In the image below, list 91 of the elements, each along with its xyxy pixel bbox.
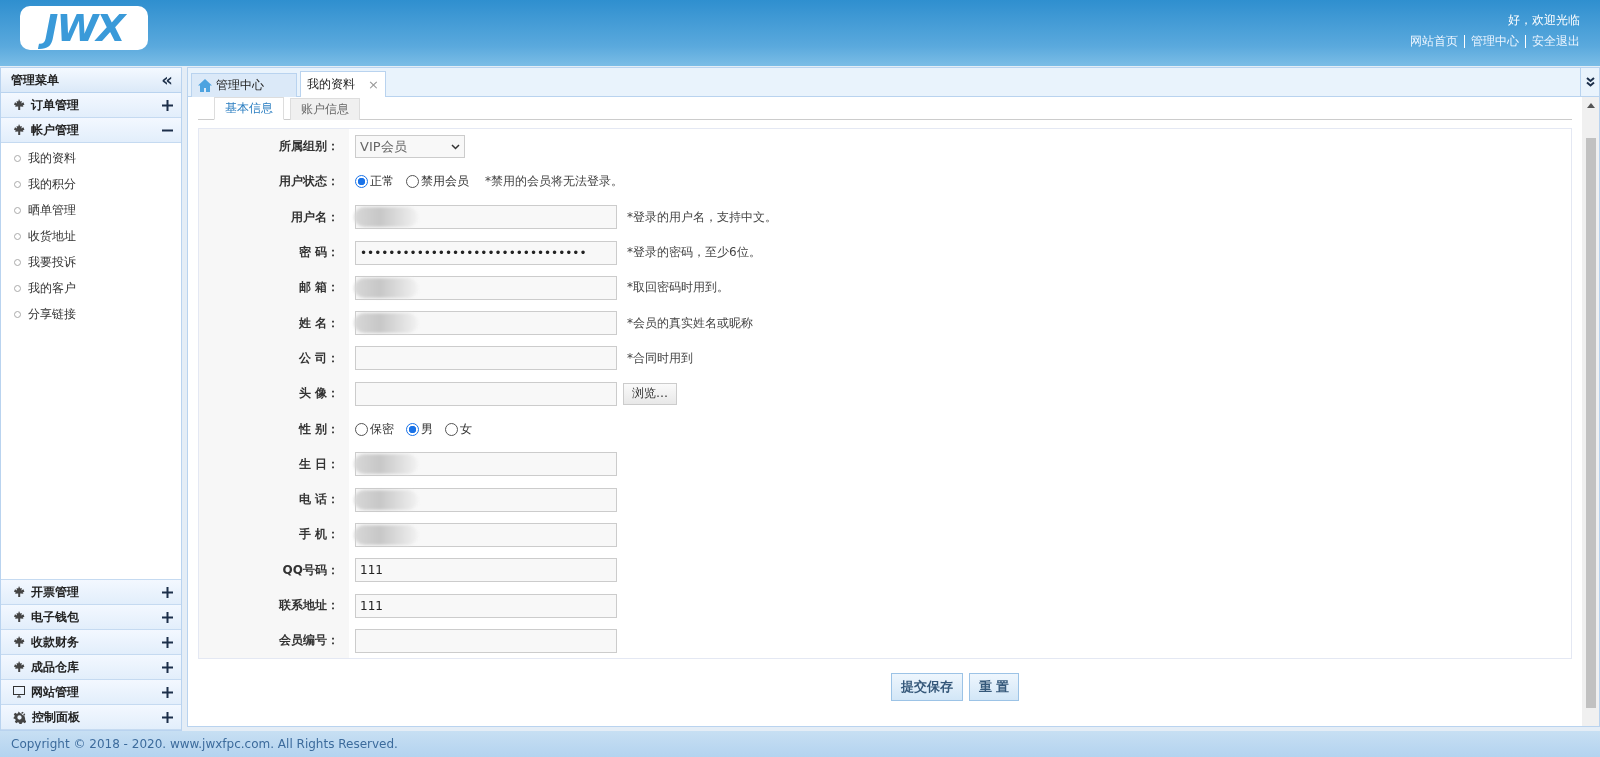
radio-button[interactable]	[355, 422, 368, 436]
input-field[interactable]	[355, 381, 617, 406]
radio-button[interactable]	[355, 175, 368, 189]
field-hint: *登录的密码，至少6位。	[627, 244, 761, 262]
chevron-icon	[451, 143, 460, 150]
menu-section[interactable]: 帐户管理	[1, 118, 181, 143]
logo: JWX	[20, 6, 148, 50]
form-tab[interactable]: 账户信息	[290, 98, 360, 120]
field-label: 所属组别：	[199, 129, 349, 165]
field-label: 用户名：	[199, 199, 349, 235]
input-field[interactable]	[355, 275, 617, 300]
radio-label: 保密	[370, 420, 394, 438]
plus-icon	[162, 686, 173, 698]
radio-label: 禁用会员	[421, 173, 469, 191]
field-label: 密 码：	[199, 234, 349, 271]
menu-item[interactable]: 我要投诉	[1, 249, 181, 275]
field-hint: *合同时用到	[627, 349, 693, 367]
plus-icon	[162, 99, 173, 111]
radio-button[interactable]	[406, 422, 419, 436]
menu-item[interactable]: 分享链接	[1, 301, 181, 327]
plus-icon	[162, 586, 173, 598]
field-label: 用户状态：	[199, 164, 349, 200]
input-field[interactable]: 111	[355, 558, 617, 583]
menu-section[interactable]: 网站管理	[1, 680, 181, 705]
radio-button[interactable]	[445, 422, 458, 436]
collapse-button[interactable]: «	[161, 71, 173, 89]
menu-item[interactable]: 我的客户	[1, 275, 181, 301]
leaf-icon	[13, 661, 25, 673]
leaf-icon	[13, 636, 25, 648]
field-label: 会员编号：	[199, 623, 349, 659]
radio-label: 女	[460, 420, 472, 438]
input-field[interactable]: 111	[355, 593, 617, 618]
menu-section[interactable]: 电子钱包	[1, 605, 181, 630]
field-hint: *会员的真实姓名或昵称	[627, 314, 753, 332]
field-label: QQ号码：	[199, 552, 349, 588]
gear-icon	[13, 710, 26, 724]
field-hint: *禁用的会员将无法登录。	[485, 173, 623, 191]
leaf-icon	[13, 124, 25, 136]
up-arrow-icon	[1586, 103, 1595, 108]
radio-button[interactable]	[406, 175, 419, 189]
reset-button[interactable]: 重 置	[968, 673, 1020, 702]
page-tab[interactable]: 我的资料 ×	[300, 71, 386, 97]
greeting-text: 好，欢迎光临	[1508, 12, 1580, 29]
field-label: 姓 名：	[199, 305, 349, 341]
menu-item[interactable]: 收货地址	[1, 223, 181, 249]
menu-item[interactable]: 晒单管理	[1, 197, 181, 223]
field-label: 性 别：	[199, 411, 349, 447]
copyright-text: Copyright © 2018 - 2020. www.jwxfpc.com. All Rights Reserved.	[11, 737, 398, 751]
input-field[interactable]	[355, 205, 617, 230]
browse-button[interactable]: 浏览…	[623, 382, 677, 405]
menu-section[interactable]: 成品仓库	[1, 655, 181, 680]
field-label: 邮 箱：	[199, 270, 349, 306]
menu-item[interactable]: 我的资料	[1, 145, 181, 171]
submit-button[interactable]: 提交保存	[890, 673, 963, 702]
menu-section[interactable]: 收款财务	[1, 630, 181, 655]
plus-icon	[162, 661, 173, 673]
field-label: 电 话：	[199, 481, 349, 518]
menu-title: 管理菜单	[11, 71, 59, 89]
field-label: 生 日：	[199, 446, 349, 482]
radio-label: 男	[421, 420, 433, 438]
input-field[interactable]	[355, 452, 617, 477]
double-chevron-icon	[1585, 77, 1595, 87]
home-icon	[198, 79, 212, 92]
group-select[interactable]: VIP会员	[355, 135, 465, 159]
leaf-icon	[13, 586, 25, 598]
input-field[interactable]	[355, 346, 617, 371]
page-tab[interactable]: 管理中心	[191, 73, 297, 97]
menu-section[interactable]: 控制面板	[1, 705, 181, 730]
plus-icon	[162, 711, 173, 723]
input-field[interactable]	[355, 311, 617, 336]
field-label: 公 司：	[199, 340, 349, 377]
plus-icon	[162, 636, 173, 648]
field-label: 手 机：	[199, 517, 349, 553]
menu-item[interactable]: 我的积分	[1, 171, 181, 197]
menu-section[interactable]: 订单管理	[1, 93, 181, 118]
field-hint: *取回密码时用到。	[627, 279, 729, 297]
form-tab[interactable]: 基本信息	[214, 97, 284, 120]
plus-icon	[162, 611, 173, 623]
scrollbar[interactable]	[1582, 97, 1599, 726]
input-field[interactable]	[355, 487, 617, 512]
field-label: 联系地址：	[199, 587, 349, 624]
field-label: 头 像：	[199, 376, 349, 412]
field-hint: *登录的用户名，支持中文。	[627, 208, 777, 226]
input-field[interactable]	[355, 628, 617, 653]
input-field[interactable]	[355, 522, 617, 547]
menu-section[interactable]: 开票管理	[1, 580, 181, 605]
input-field[interactable]: ••••••••••••••••••••••••••••••••	[355, 240, 617, 265]
leaf-icon	[13, 611, 25, 623]
leaf-icon	[13, 99, 25, 111]
monitor-icon	[13, 686, 25, 698]
radio-label: 正常	[370, 173, 394, 191]
